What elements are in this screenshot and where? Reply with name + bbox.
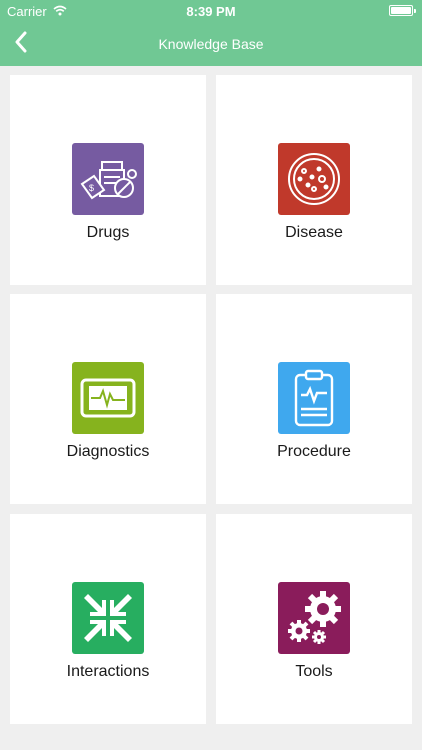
header: Carrier 8:39 PM Knowledge Base	[0, 0, 422, 66]
battery-icon	[389, 5, 416, 16]
tile-label: Drugs	[86, 224, 130, 241]
tile-procedure[interactable]: Procedure	[216, 294, 412, 504]
nav-bar: Knowledge Base	[0, 22, 422, 66]
tile-label: Procedure	[277, 443, 351, 460]
tile-diagnostics[interactable]: Diagnostics	[10, 294, 206, 504]
tile-interactions[interactable]: Interactions	[10, 514, 206, 724]
pills-icon: $	[72, 143, 144, 215]
status-bar: Carrier 8:39 PM	[0, 0, 422, 22]
tile-label: Diagnostics	[66, 443, 150, 460]
tile-drugs[interactable]: $ Drugs	[10, 75, 206, 285]
clipboard-icon	[278, 362, 350, 434]
compress-arrows-icon	[72, 582, 144, 654]
monitor-icon	[72, 362, 144, 434]
page-title: Knowledge Base	[158, 36, 264, 52]
tile-label: Disease	[285, 224, 343, 241]
tile-disease[interactable]: Disease	[216, 75, 412, 285]
tile-label: Tools	[295, 663, 333, 680]
tile-label: Interactions	[66, 663, 150, 680]
status-time: 8:39 PM	[186, 4, 236, 19]
gears-icon	[278, 582, 350, 654]
tile-tools[interactable]: Tools	[216, 514, 412, 724]
svg-text:$: $	[89, 183, 94, 193]
petri-dish-icon	[278, 143, 350, 215]
